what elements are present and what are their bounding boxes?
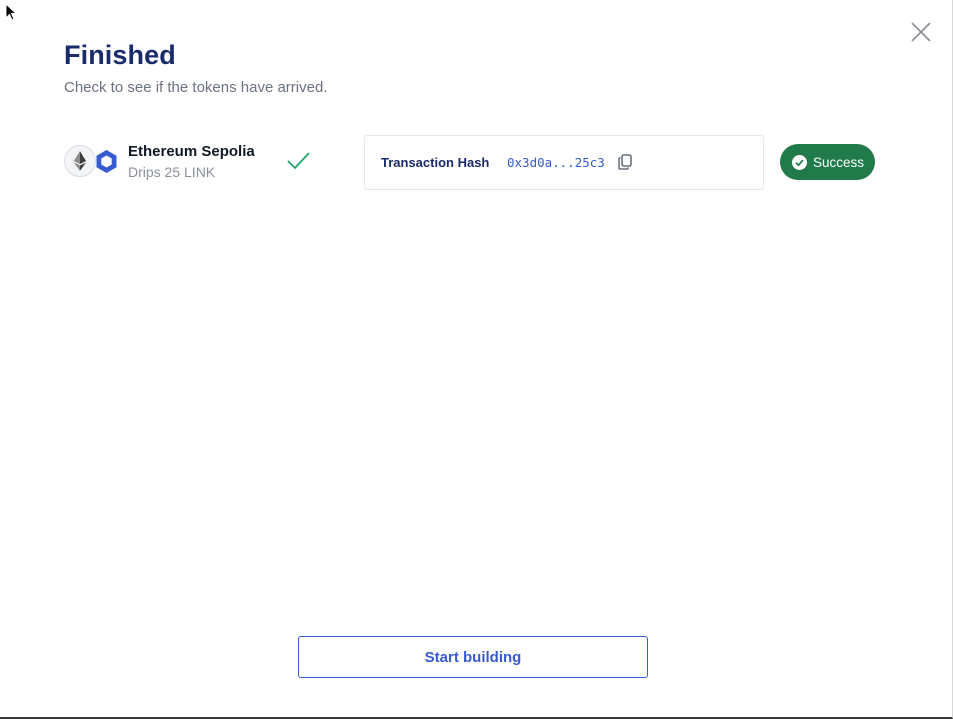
- close-icon: [911, 22, 931, 42]
- transaction-hash-label: Transaction Hash: [381, 155, 490, 170]
- drip-amount: Drips 25 LINK: [128, 164, 216, 180]
- close-button[interactable]: [908, 19, 934, 45]
- check-circle-icon: [792, 154, 807, 170]
- network-name: Ethereum Sepolia: [128, 143, 255, 160]
- status-badge: Success: [780, 144, 875, 180]
- copy-icon[interactable]: [618, 154, 632, 170]
- start-building-button[interactable]: Start building: [298, 636, 648, 678]
- chainlink-icon: [96, 150, 117, 173]
- transaction-hash-value[interactable]: 0x3d0a...25c3: [507, 155, 605, 170]
- modal-subtitle: Check to see if the tokens have arrived.: [64, 79, 328, 96]
- status-badge-label: Success: [813, 154, 865, 170]
- modal-title: Finished: [64, 40, 176, 70]
- ethereum-icon: [64, 145, 96, 177]
- faucet-finished-modal: Finished Check to see if the tokens have…: [0, 0, 953, 719]
- network-logos: [64, 145, 122, 178]
- transaction-hash-box: Transaction Hash 0x3d0a...25c3: [364, 135, 764, 190]
- mouse-cursor-icon: [5, 3, 17, 21]
- checkmark-icon: [287, 152, 310, 170]
